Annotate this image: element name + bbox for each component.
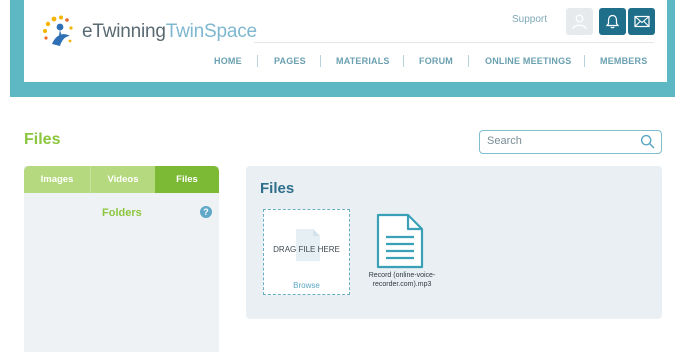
page-title: Files xyxy=(24,131,61,148)
dropzone-text: DRAG FILE HERE xyxy=(273,245,340,254)
brand-e: e xyxy=(82,21,93,42)
brand-twinning: Twinning xyxy=(92,21,166,42)
brand-twinspace: TwinSpace xyxy=(165,21,257,42)
tab-videos[interactable]: Videos xyxy=(90,166,155,193)
media-tabs: Images Videos Files xyxy=(24,166,219,193)
search-icon[interactable] xyxy=(640,134,655,149)
nav-separator xyxy=(468,55,469,67)
nav-pages[interactable]: PAGES xyxy=(274,56,306,66)
support-link[interactable]: Support xyxy=(512,14,547,25)
site-header: eTwinningTwinSpace Support HOME PAGES MA… xyxy=(24,0,667,82)
notifications-button[interactable] xyxy=(599,8,626,35)
user-button[interactable] xyxy=(566,8,593,35)
nav-materials[interactable]: MATERIALS xyxy=(336,56,390,66)
file-name: Record (online-voice-recorder.com).mp3 xyxy=(368,272,436,288)
bell-icon xyxy=(605,14,620,29)
browse-link[interactable]: Browse xyxy=(264,281,349,290)
brand-name: eTwinningTwinSpace xyxy=(82,21,257,43)
tab-images[interactable]: Images xyxy=(24,166,90,193)
search-box[interactable] xyxy=(479,130,662,154)
nav-forum[interactable]: FORUM xyxy=(419,56,453,66)
tab-files[interactable]: Files xyxy=(155,166,219,193)
nav-online-meetings[interactable]: ONLINE MEETINGS xyxy=(485,56,572,66)
folders-heading: Folders xyxy=(102,207,142,219)
header-divider xyxy=(254,42,654,43)
media-sidebar: Images Videos Files Folders ? xyxy=(24,166,219,352)
nav-separator xyxy=(403,55,404,67)
document-icon xyxy=(376,213,424,269)
help-icon[interactable]: ? xyxy=(200,206,212,218)
stars-logo-icon xyxy=(43,15,73,46)
file-dropzone[interactable]: DRAG FILE HERE Browse xyxy=(263,209,350,295)
panel-title: Files xyxy=(260,180,295,197)
search-input[interactable] xyxy=(487,131,637,151)
messages-button[interactable] xyxy=(628,8,655,35)
nav-separator xyxy=(584,55,585,67)
etwinning-logo[interactable]: eTwinningTwinSpace xyxy=(40,14,257,50)
nav-separator xyxy=(257,55,258,67)
user-icon xyxy=(572,14,587,30)
files-panel: Files DRAG FILE HERE Browse Record (onli… xyxy=(246,166,662,319)
mail-icon xyxy=(633,15,650,28)
nav-home[interactable]: HOME xyxy=(214,56,242,66)
nav-members[interactable]: MEMBERS xyxy=(600,56,647,66)
nav-separator xyxy=(320,55,321,67)
